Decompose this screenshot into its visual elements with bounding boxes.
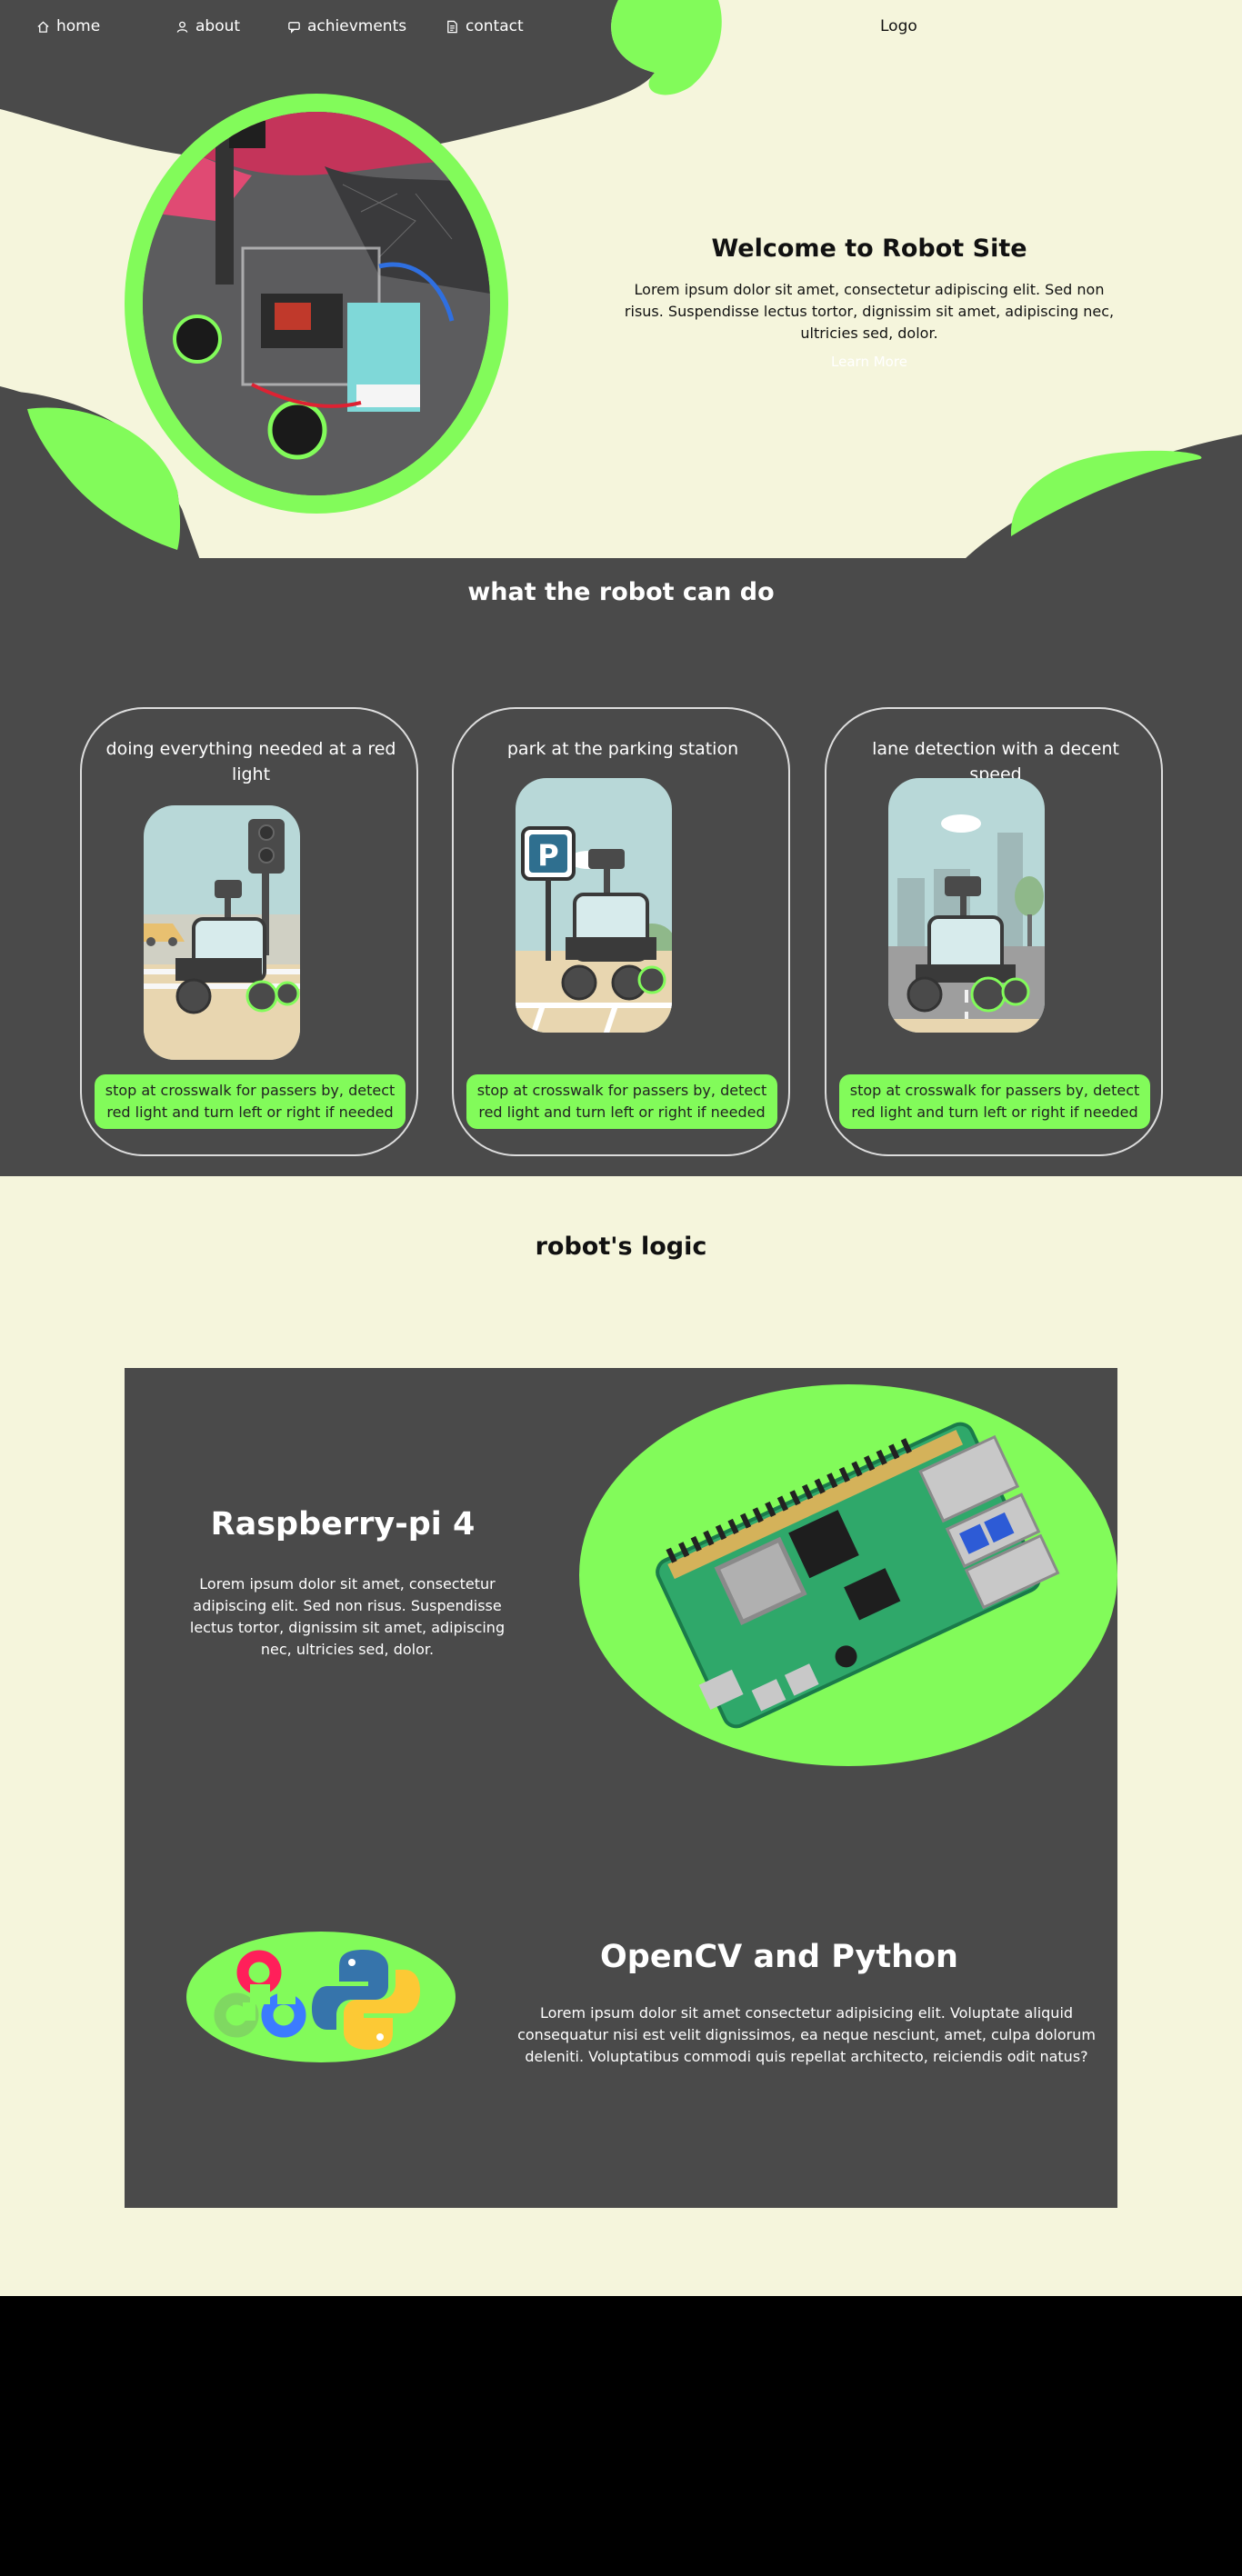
user-icon xyxy=(176,21,188,33)
nav-achievments[interactable]: achievments xyxy=(287,17,406,35)
python-logo xyxy=(312,1950,420,2050)
nav-home-label: home xyxy=(56,17,101,35)
rpi-description: Lorem ipsum dolor sit amet, consectetur … xyxy=(189,1575,506,1658)
feature-card-caption: stop at crosswalk for passers by, detect… xyxy=(466,1074,777,1129)
logic-panel: Raspberry-pi 4 Lorem ipsum dolor sit ame… xyxy=(125,1368,1117,2208)
hero-robot-photo-frame xyxy=(125,94,508,514)
features-section: what the robot can do doing everything n… xyxy=(0,558,1242,1176)
robot-lane-detection-illustration xyxy=(888,778,1045,1033)
document-icon xyxy=(447,20,457,33)
logic-section-title: robot's logic xyxy=(535,1233,707,1261)
rpi-title: Raspberry-pi 4 xyxy=(210,1506,476,1543)
footer xyxy=(0,2296,1242,2576)
opencv-title: OpenCV and Python xyxy=(600,1939,958,1975)
hero-section: home about achievments contact Logo Welc… xyxy=(0,0,1242,560)
opencv-description: Lorem ipsum dolor sit amet consectetur a… xyxy=(517,2004,1096,2065)
main-nav: home about achievments contact Logo xyxy=(0,0,1242,55)
robot-red-light-illustration xyxy=(144,805,300,1060)
feature-card-title: park at the parking station xyxy=(506,739,739,759)
opencv-logo xyxy=(214,1950,306,2038)
hero-text-block: Welcome to Robot Site Lorem ipsum dolor … xyxy=(618,235,1120,370)
robot-parking-illustration: P xyxy=(516,778,672,1033)
feature-card: park at the parking station P stop at cr… xyxy=(452,707,790,1156)
hero-description: Lorem ipsum dolor sit amet, consectetur … xyxy=(624,281,1115,342)
feature-card-caption: stop at crosswalk for passers by, detect… xyxy=(95,1074,406,1129)
feature-card: doing everything needed at a red light s… xyxy=(80,707,418,1156)
nav-about-label: about xyxy=(195,17,241,35)
hero-title: Welcome to Robot Site xyxy=(711,235,1027,263)
feature-card-title: doing everything needed at a red light xyxy=(105,739,396,784)
site-logo[interactable]: Logo xyxy=(880,17,917,35)
opencv-python-logos xyxy=(186,1932,456,2062)
svg-text:P: P xyxy=(537,838,558,873)
nav-achievments-label: achievments xyxy=(307,17,407,35)
learn-more-button[interactable]: Learn More xyxy=(831,354,907,370)
home-icon xyxy=(37,20,49,33)
message-icon xyxy=(288,21,300,34)
nav-contact[interactable]: contact xyxy=(446,17,524,35)
raspberry-pi-image xyxy=(579,1384,1117,1766)
features-title: what the robot can do xyxy=(467,578,775,606)
feature-card: lane detection with a decent speed stop … xyxy=(825,707,1163,1156)
feature-card-caption: stop at crosswalk for passers by, detect… xyxy=(839,1074,1150,1129)
hero-robot-photo xyxy=(143,112,490,495)
nav-about[interactable]: about xyxy=(175,17,240,35)
nav-home[interactable]: home xyxy=(36,17,100,35)
nav-contact-label: contact xyxy=(466,17,524,35)
